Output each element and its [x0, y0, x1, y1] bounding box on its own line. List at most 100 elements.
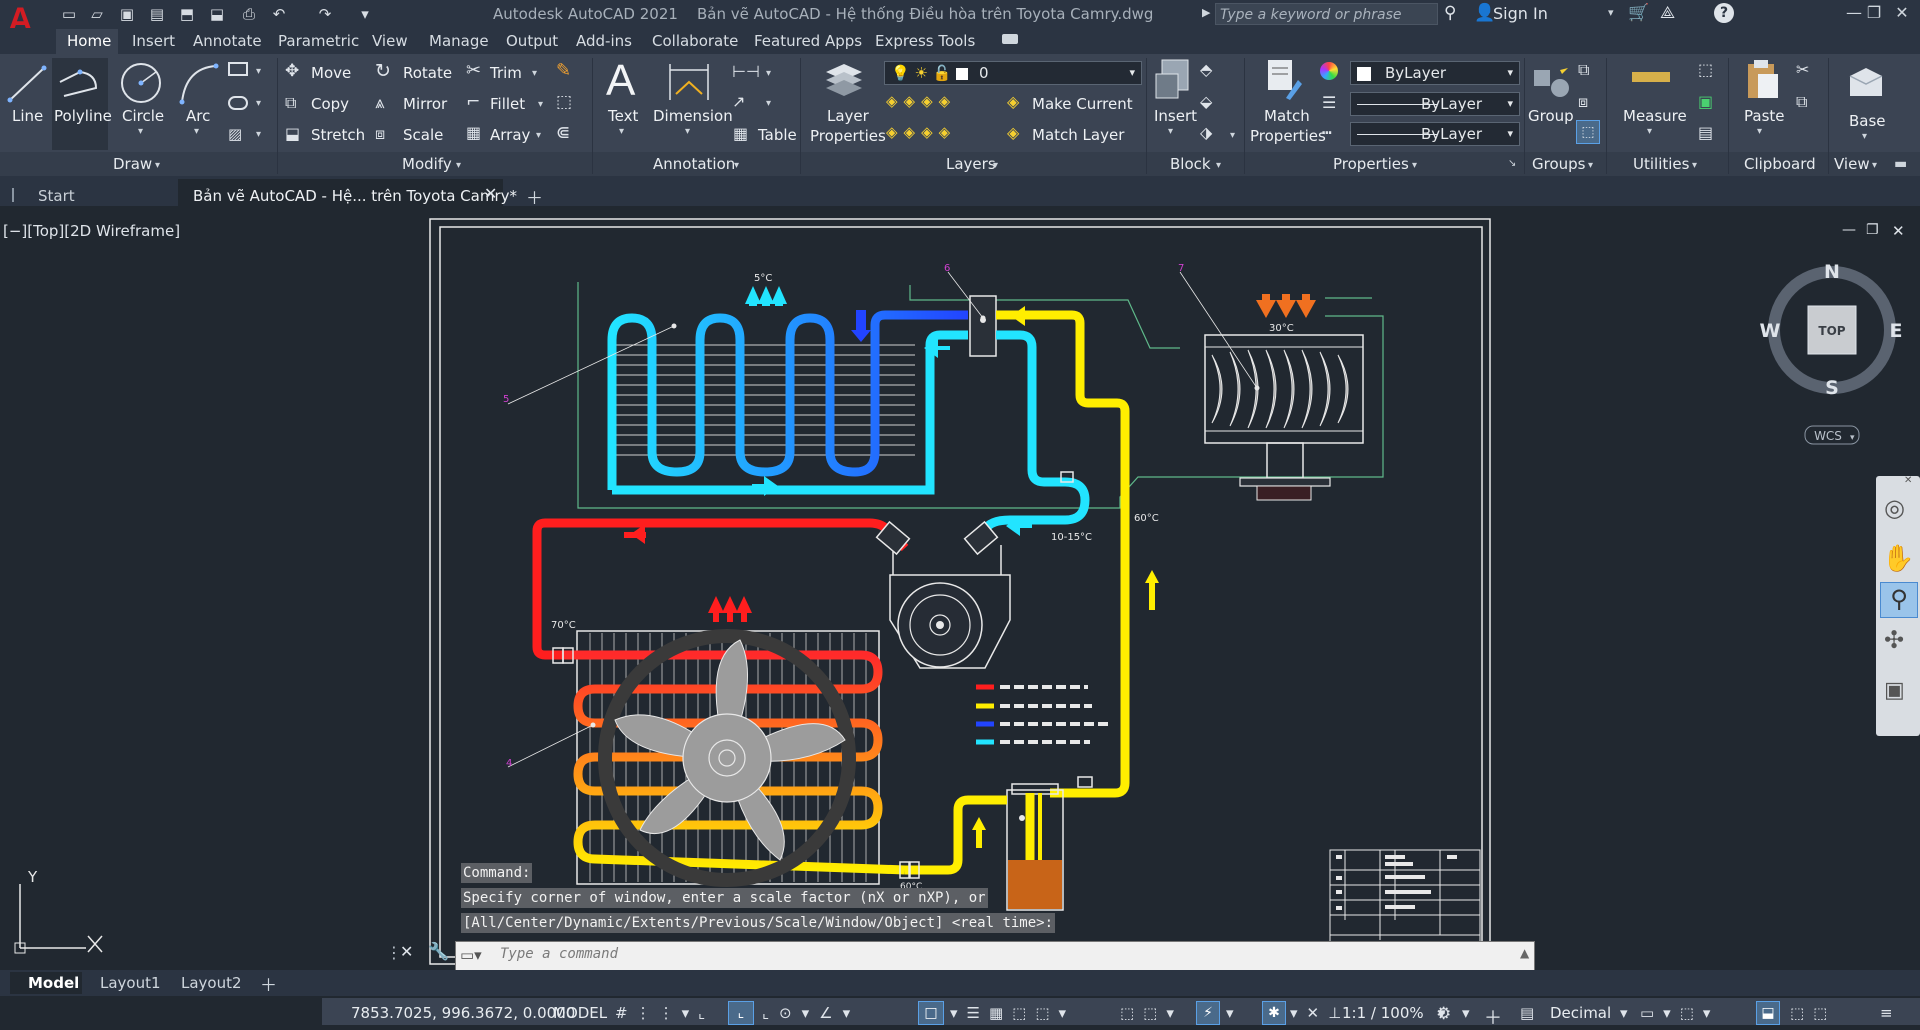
ribbon-more-icon[interactable]: ▬ — [1894, 156, 1907, 172]
isolate-objects-icon[interactable]: ⬓ — [1756, 1001, 1780, 1025]
block-panel-expand-icon[interactable]: ▾ — [1216, 160, 1221, 171]
stretch-button[interactable]: Stretch — [311, 126, 365, 144]
modify-panel-label[interactable]: Modify — [402, 155, 452, 173]
dimension-icon[interactable] — [664, 60, 714, 104]
dimension-dropdown-icon[interactable]: ▾ — [685, 126, 690, 137]
stretch-icon[interactable]: ⬓ — [285, 124, 300, 143]
leader-icon[interactable]: ↗ — [732, 92, 745, 111]
model-space-button[interactable]: MODEL — [553, 1004, 607, 1022]
match-properties-label-1[interactable]: Match — [1264, 107, 1310, 125]
block-tools-dropdown-icon[interactable]: ▾ — [1230, 130, 1235, 141]
array-button[interactable]: Array — [490, 126, 530, 144]
zoom-extents-icon[interactable]: ⚲ — [1880, 582, 1918, 618]
move-button[interactable]: Move — [311, 64, 351, 82]
layer-properties-label-2[interactable]: Properties — [810, 127, 886, 145]
annotation-scale[interactable]: 1:1 / 100% — [1342, 1004, 1424, 1022]
color-wheel-icon[interactable] — [1320, 62, 1338, 80]
undo-icon[interactable]: ↶ — [268, 4, 290, 24]
drafting-toggle-icons-2[interactable]: ⌞ — [698, 1004, 715, 1022]
match-layer-button[interactable]: Match Layer — [1032, 126, 1124, 144]
trim-dropdown-icon[interactable]: ▾ — [532, 68, 537, 79]
view-panel-expand-icon[interactable]: ▾ — [1872, 160, 1877, 171]
drafting-toggle-icons-6[interactable]: ▾ — [1226, 1004, 1243, 1022]
trim-button[interactable]: Trim — [490, 64, 522, 82]
make-current-button[interactable]: Make Current — [1032, 95, 1133, 113]
line-button[interactable]: Line — [12, 107, 43, 125]
text-button[interactable]: Text — [608, 107, 638, 125]
measure-icon[interactable] — [1632, 72, 1670, 82]
autodesk-a360-icon[interactable]: ⟁ — [1660, 3, 1675, 23]
layer-combo[interactable]: 💡 ☀ 🔓 0 ▾ — [884, 61, 1142, 85]
sign-in-dropdown-icon[interactable]: ▾ — [1608, 6, 1614, 19]
mirror-button[interactable]: Mirror — [403, 95, 447, 113]
linear-dim-dropdown-icon[interactable]: ▾ — [766, 68, 771, 79]
annotation-visibility-icon[interactable]: ⚡ — [1196, 1001, 1220, 1025]
match-properties-label-2[interactable]: Properties — [1250, 127, 1326, 145]
status-tools-icons-2[interactable]: ⬚⬚ — [1790, 1004, 1836, 1022]
search-input[interactable]: Type a keyword or phrase — [1215, 3, 1438, 25]
save-as-icon[interactable]: ▤ — [146, 4, 168, 24]
workspace-gear-icon[interactable]: ⚙ — [1436, 1004, 1451, 1024]
base-button[interactable]: Base — [1849, 112, 1886, 130]
tab-annotate[interactable]: Annotate — [193, 32, 262, 52]
tab-parametric[interactable]: Parametric — [278, 32, 359, 52]
circle-icon[interactable] — [118, 60, 164, 106]
command-customize-icon[interactable]: 🔧 — [428, 942, 449, 962]
add-icon[interactable]: ＋ — [1484, 1004, 1502, 1030]
properties-panel-label[interactable]: Properties — [1333, 155, 1409, 173]
orbit-icon[interactable]: ✣ — [1884, 626, 1904, 654]
units-display[interactable]: Decimal — [1550, 1004, 1611, 1022]
search-icon[interactable]: ⚲ — [1444, 3, 1456, 23]
line-icon[interactable] — [6, 62, 48, 106]
help-icon[interactable]: ? — [1714, 3, 1734, 23]
measure-button[interactable]: Measure — [1623, 107, 1687, 125]
hatch-icon[interactable]: ▨ — [228, 126, 248, 142]
explode-icon[interactable]: ⬚ — [556, 92, 572, 112]
workspace-icon[interactable]: ✱ — [1262, 1001, 1286, 1025]
text-dropdown-icon[interactable]: ▾ — [619, 126, 624, 137]
hatch-dropdown-icon[interactable]: ▾ — [256, 129, 261, 140]
layer-tools-row-1-icons[interactable]: ◈◈◈◈ — [886, 92, 956, 110]
ellipse-dropdown-icon[interactable]: ▾ — [256, 98, 261, 109]
plot-icon[interactable]: ⎙ — [238, 4, 260, 24]
calculator-green-icon[interactable]: ▣ — [1698, 92, 1713, 111]
viewport-restore-icon[interactable]: ❐ — [1866, 222, 1879, 238]
tab-add-ins[interactable]: Add-ins — [576, 32, 632, 52]
annotation-panel-expand-icon[interactable]: ▾ — [734, 160, 739, 171]
tab-model[interactable]: Model — [28, 974, 79, 992]
base-dropdown-icon[interactable]: ▾ — [1862, 131, 1867, 142]
tab-home[interactable]: Home — [67, 32, 111, 52]
redo-icon[interactable]: ↷ — [314, 4, 336, 24]
draw-panel-label[interactable]: Draw — [113, 155, 152, 173]
tab-view[interactable]: View — [372, 32, 408, 52]
array-dropdown-icon[interactable]: ▾ — [536, 130, 541, 141]
array-icon[interactable]: ▦ — [466, 123, 481, 142]
linetype-combo[interactable]: ByLayer ▾ — [1350, 92, 1520, 116]
new-icon[interactable]: ▭ — [58, 4, 80, 24]
save-web-icon[interactable]: ⬓ — [206, 4, 228, 24]
view-panel-label[interactable]: View — [1834, 155, 1870, 173]
restore-icon[interactable]: ❐ — [1860, 2, 1888, 24]
viewport-minimize-icon[interactable]: — — [1842, 222, 1856, 238]
customization-icon[interactable]: ≡ — [1880, 1004, 1893, 1022]
table-icon[interactable]: ▦ — [733, 124, 748, 143]
trim-icon[interactable]: ✂ — [466, 60, 481, 81]
tab-output[interactable]: Output — [506, 32, 558, 52]
drafting-toggle-icons-4[interactable]: ▾☰▦⬚⬚▾ — [950, 1004, 1075, 1022]
viewport-close-icon[interactable]: ✕ — [1892, 222, 1905, 240]
offset-icon[interactable]: ⋐ — [556, 123, 570, 143]
user-icon[interactable]: 👤 — [1474, 3, 1495, 23]
navbar-close-icon[interactable]: ✕ — [1904, 475, 1912, 486]
utilities-panel-expand-icon[interactable]: ▾ — [1692, 160, 1697, 171]
scale-button[interactable]: Scale — [403, 126, 443, 144]
group-selection-toggle-icon[interactable]: ⬚ — [1576, 120, 1600, 144]
drafting-toggle-icons-3[interactable]: ⌞⊙▾∠▾ — [762, 1004, 860, 1022]
steering-wheel-icon[interactable]: ◎ — [1884, 494, 1905, 522]
color-combo[interactable]: ByLayer ▾ — [1350, 61, 1520, 85]
layers-panel-expand-icon[interactable]: ▾ — [993, 160, 998, 171]
pan-icon[interactable]: ✋ — [1882, 544, 1914, 574]
open-icon[interactable]: ▱ — [86, 4, 108, 24]
match-layer-icon[interactable]: ◈ — [1007, 123, 1019, 142]
add-layout-icon[interactable]: ＋ — [260, 971, 277, 996]
tab-express-tools[interactable]: Express Tools — [875, 32, 975, 52]
